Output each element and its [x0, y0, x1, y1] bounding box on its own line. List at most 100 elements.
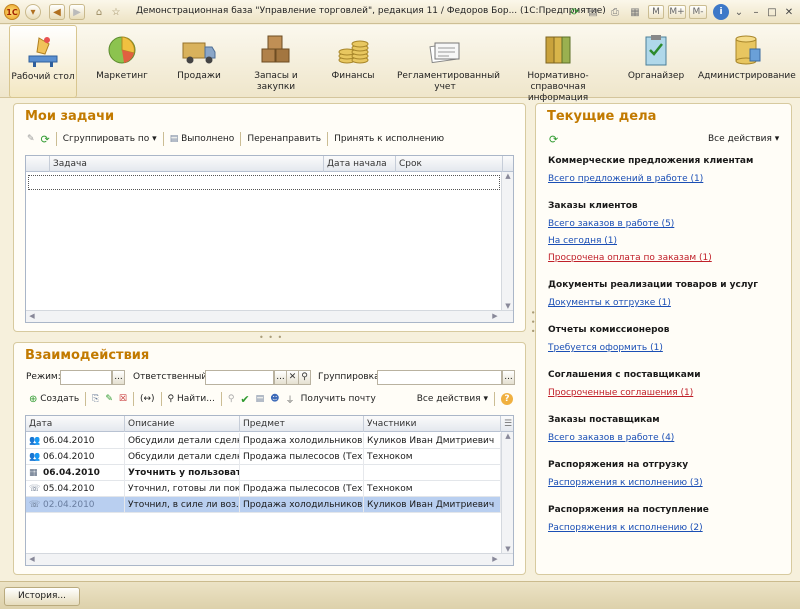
vertical-scrollbar[interactable]: ▲ ▼	[501, 172, 513, 310]
done-document-icon: ▤	[169, 134, 179, 144]
refresh-icon[interactable]: ⟳	[38, 133, 53, 146]
mode-field[interactable]	[60, 370, 112, 385]
section-finance[interactable]: Финансы	[320, 25, 386, 98]
section-reference-info[interactable]: Нормативно-справочная информация	[503, 25, 613, 103]
scroll-left-icon[interactable]: ◀	[26, 312, 38, 320]
table-row[interactable]: ▦ 06.04.2010 Уточнить у пользовате...	[26, 465, 501, 481]
group-by-button[interactable]: Сгруппировать по ▾	[60, 134, 160, 144]
print-icon[interactable]: ⎙	[607, 4, 623, 20]
scroll-down-icon[interactable]: ▼	[502, 302, 514, 310]
group-link[interactable]: На сегодня (1)	[548, 236, 617, 246]
scroll-up-icon[interactable]: ▲	[502, 432, 514, 440]
document-icon[interactable]: ▤	[253, 394, 268, 404]
edit-pencil-icon[interactable]: ✎	[102, 394, 116, 404]
column-header-start-date[interactable]: Дата начала	[324, 156, 396, 172]
mark-done-button[interactable]: ▤ Выполнено	[167, 134, 238, 144]
cell-description: Обсудили детали сделки	[125, 449, 240, 465]
splitter-handle[interactable]: • • •	[259, 333, 283, 342]
scroll-right-icon[interactable]: ▶	[489, 312, 501, 320]
table-row[interactable]: ☏ 05.04.2010 Уточнил, готовы ли пок... Прод…	[26, 481, 501, 497]
1c-logo-icon[interactable]: 1C	[4, 4, 20, 20]
scroll-left-icon[interactable]: ◀	[26, 555, 38, 563]
document-icon[interactable]: ▤	[585, 4, 601, 20]
horizontal-scrollbar[interactable]: ◀ ▶	[26, 310, 513, 322]
group-link[interactable]: Требуется оформить (1)	[548, 343, 663, 353]
home-icon[interactable]: ⌂	[91, 4, 107, 20]
copy-icon[interactable]: ⎘	[89, 394, 102, 404]
scroll-up-icon[interactable]: ▲	[502, 172, 514, 180]
group-link[interactable]: Всего предложений в работе (1)	[548, 174, 703, 184]
redirect-button[interactable]: Перенаправить	[244, 134, 324, 144]
calendar-icon[interactable]: ▦	[627, 4, 643, 20]
column-header-description[interactable]: Описание	[125, 416, 240, 432]
group-by-label: Сгруппировать по	[62, 134, 150, 144]
refresh-icon[interactable]: ⟳	[567, 4, 583, 20]
column-header-task[interactable]: Задача	[50, 156, 324, 172]
back-arrow-icon[interactable]: ◀	[49, 4, 65, 20]
help-icon[interactable]: ?	[498, 393, 516, 405]
user-icon[interactable]: ☻	[267, 394, 282, 404]
all-actions-button[interactable]: Все действия ▾	[414, 394, 491, 404]
close-icon[interactable]: ✕	[781, 4, 797, 20]
accept-button[interactable]: Принять к исполнению	[331, 134, 447, 144]
create-button[interactable]: ⊕ Создать	[26, 394, 82, 405]
section-desktop[interactable]: Рабочий стол	[9, 25, 77, 98]
group-link[interactable]: Просроченные соглашения (1)	[548, 388, 693, 398]
scroll-down-icon[interactable]: ▼	[502, 545, 514, 553]
search-icon[interactable]: ⚲	[298, 370, 311, 385]
group-link[interactable]: Документы к отгрузке (1)	[548, 298, 671, 308]
get-mail-button[interactable]: Получить почту	[298, 394, 379, 404]
horizontal-scrollbar[interactable]: ◀ ▶	[26, 553, 513, 565]
focused-empty-row[interactable]	[28, 175, 500, 190]
group-link[interactable]: Просрочена оплата по заказам (1)	[548, 253, 712, 263]
checkmark-icon[interactable]: ✔	[237, 393, 252, 406]
main-menu-icon[interactable]: ▾	[25, 4, 41, 20]
favorites-star-icon[interactable]: ☆	[108, 4, 124, 20]
group-link[interactable]: Всего заказов в работе (4)	[548, 433, 674, 443]
table-row[interactable]: 👥 06.04.2010 Обсудили детали сделки Продажа…	[26, 433, 501, 449]
table-row[interactable]: 👥 06.04.2010 Обсудили детали сделки Продажа…	[26, 449, 501, 465]
section-regulated-accounting[interactable]: Регламентированный учет	[397, 25, 500, 98]
cancel-search-icon[interactable]: ⚲	[225, 394, 238, 404]
section-marketing[interactable]: Маркетинг	[88, 25, 156, 98]
find-button[interactable]: ⚲ Найти...	[165, 394, 218, 404]
delete-icon[interactable]: ☒	[116, 394, 130, 404]
refresh-icon[interactable]: ⟳	[549, 133, 558, 146]
all-actions-button[interactable]: Все действия ▾	[708, 134, 779, 144]
memory-button[interactable]: M	[648, 5, 664, 19]
table-row[interactable]: ☏ 02.04.2010 Уточнил, в силе ли воз... Прод…	[26, 497, 501, 513]
link-icon[interactable]: (↔)	[137, 394, 158, 404]
stamp-icon[interactable]: ⏚	[283, 393, 298, 406]
maximize-icon[interactable]: □	[764, 4, 780, 20]
vertical-scrollbar[interactable]: ▲ ▼	[501, 432, 513, 553]
tasks-toolbar: ✎ ⟳ Сгруппировать по ▾ ▤ Выполнено Перен…	[24, 130, 447, 148]
column-header-date[interactable]: Дата	[26, 416, 125, 432]
memory-plus-button[interactable]: M+	[668, 5, 686, 19]
column-header-participants[interactable]: Участники	[364, 416, 501, 432]
interactions-table[interactable]: Дата Описание Предмет Участники ☰ 👥 06.04…	[25, 415, 514, 566]
forward-arrow-icon[interactable]: ▶	[69, 4, 85, 20]
group-link[interactable]: Распоряжения к исполнению (2)	[548, 523, 703, 533]
memory-minus-button[interactable]: M-	[689, 5, 707, 19]
edit-pencil-icon[interactable]: ✎	[24, 134, 38, 144]
grouping-field[interactable]	[377, 370, 502, 385]
column-header-deadline[interactable]: Срок	[396, 156, 503, 172]
minimize-icon[interactable]: –	[748, 4, 764, 20]
section-organizer[interactable]: Органайзер	[623, 25, 689, 98]
history-button[interactable]: История...	[4, 587, 80, 606]
column-settings-icon[interactable]: ☰	[501, 416, 513, 432]
group-link[interactable]: Всего заказов в работе (5)	[548, 219, 674, 229]
tasks-table[interactable]: Задача Дата начала Срок ▲ ▼ ◀ ▶	[25, 155, 514, 323]
mode-select-button[interactable]: ...	[112, 370, 125, 385]
grouping-select-button[interactable]: ...	[502, 370, 515, 385]
group-link[interactable]: Распоряжения к исполнению (3)	[548, 478, 703, 488]
chevron-down-icon[interactable]: ⌄	[731, 4, 747, 20]
interactions-panel: Взаимодействия Режим: ... Ответственный:…	[13, 342, 526, 575]
column-header-subject[interactable]: Предмет	[240, 416, 364, 432]
scroll-right-icon[interactable]: ▶	[489, 555, 501, 563]
section-sales[interactable]: Продажи	[166, 25, 232, 98]
section-administration[interactable]: Администрирование	[698, 25, 796, 98]
section-inventory[interactable]: Запасы и закупки	[243, 25, 309, 98]
info-icon[interactable]: i	[713, 4, 729, 20]
responsible-field[interactable]	[205, 370, 274, 385]
